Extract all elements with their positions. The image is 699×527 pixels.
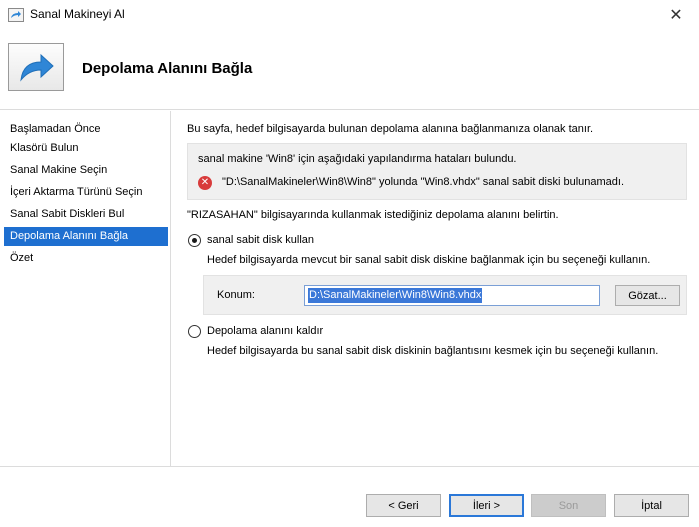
title-bar: Sanal Makineyi Al ✕ (0, 0, 699, 30)
error-icon: ✕ (198, 176, 212, 190)
sidebar-item-select-vm[interactable]: Sanal Makine Seçin (4, 161, 168, 180)
error-message: "D:\SanalMakineler\Win8\Win8" yolunda "W… (222, 176, 625, 188)
import-arrow-icon (8, 8, 24, 22)
wizard-header: Depolama Alanını Bağla (0, 30, 699, 110)
close-icon[interactable]: ✕ (653, 0, 699, 30)
back-button[interactable]: < Geri (366, 494, 441, 517)
main-content: Bu sayfa, hedef bilgisayarda bulunan dep… (172, 111, 699, 466)
sidebar-item-before-you-begin[interactable]: Başlamadan Önce (4, 120, 168, 139)
remove-storage-description: Hedef bilgisayarda bu sanal sabit disk d… (207, 345, 659, 357)
error-title: sanal makine 'Win8' için aşağıdaki yapıl… (198, 153, 517, 165)
location-input[interactable]: D:\SanalMakineler\Win8\Win8.vhdx (304, 285, 600, 306)
import-wizard-window: Sanal Makineyi Al ✕ Depolama Alanını Bağ… (0, 0, 699, 527)
sidebar-item-import-type[interactable]: İçeri Aktarma Türünü Seçin (4, 183, 168, 202)
use-vhd-radio[interactable] (188, 234, 201, 247)
sidebar-item-locate-vhd[interactable]: Sanal Sabit Diskleri Bul (4, 205, 168, 224)
location-value: D:\SanalMakineler\Win8\Win8.vhdx (308, 288, 483, 303)
intro-text: Bu sayfa, hedef bilgisayarda bulunan dep… (187, 123, 594, 135)
specify-storage-text: "RIZASAHAN" bilgisayarında kullanmak ist… (187, 209, 559, 221)
sidebar-item-summary[interactable]: Özet (4, 249, 168, 268)
wizard-footer: < Geri İleri > Son İptal (0, 466, 699, 527)
cancel-button[interactable]: İptal (614, 494, 689, 517)
next-button[interactable]: İleri > (449, 494, 524, 517)
import-arrow-icon (8, 43, 64, 91)
sidebar-item-locate-folder[interactable]: Klasörü Bulun (4, 139, 168, 158)
use-vhd-label[interactable]: sanal sabit disk kullan (207, 234, 314, 246)
wizard-steps-sidebar: Başlamadan Önce Klasörü Bulun Sanal Maki… (0, 111, 171, 466)
remove-storage-radio[interactable] (188, 325, 201, 338)
use-vhd-description: Hedef bilgisayarda mevcut bir sanal sabi… (207, 254, 651, 266)
window-title: Sanal Makineyi Al (30, 7, 125, 21)
browse-button[interactable]: Gözat... (615, 285, 680, 306)
remove-storage-label[interactable]: Depolama alanını kaldır (207, 325, 323, 337)
error-panel: sanal makine 'Win8' için aşağıdaki yapıl… (187, 143, 687, 200)
sidebar-item-connect-storage[interactable]: Depolama Alanını Bağla (4, 227, 168, 246)
finish-button[interactable]: Son (531, 494, 606, 517)
location-panel: Konum: D:\SanalMakineler\Win8\Win8.vhdx … (203, 275, 687, 315)
page-title: Depolama Alanını Bağla (82, 60, 253, 77)
location-label: Konum: (217, 289, 255, 301)
